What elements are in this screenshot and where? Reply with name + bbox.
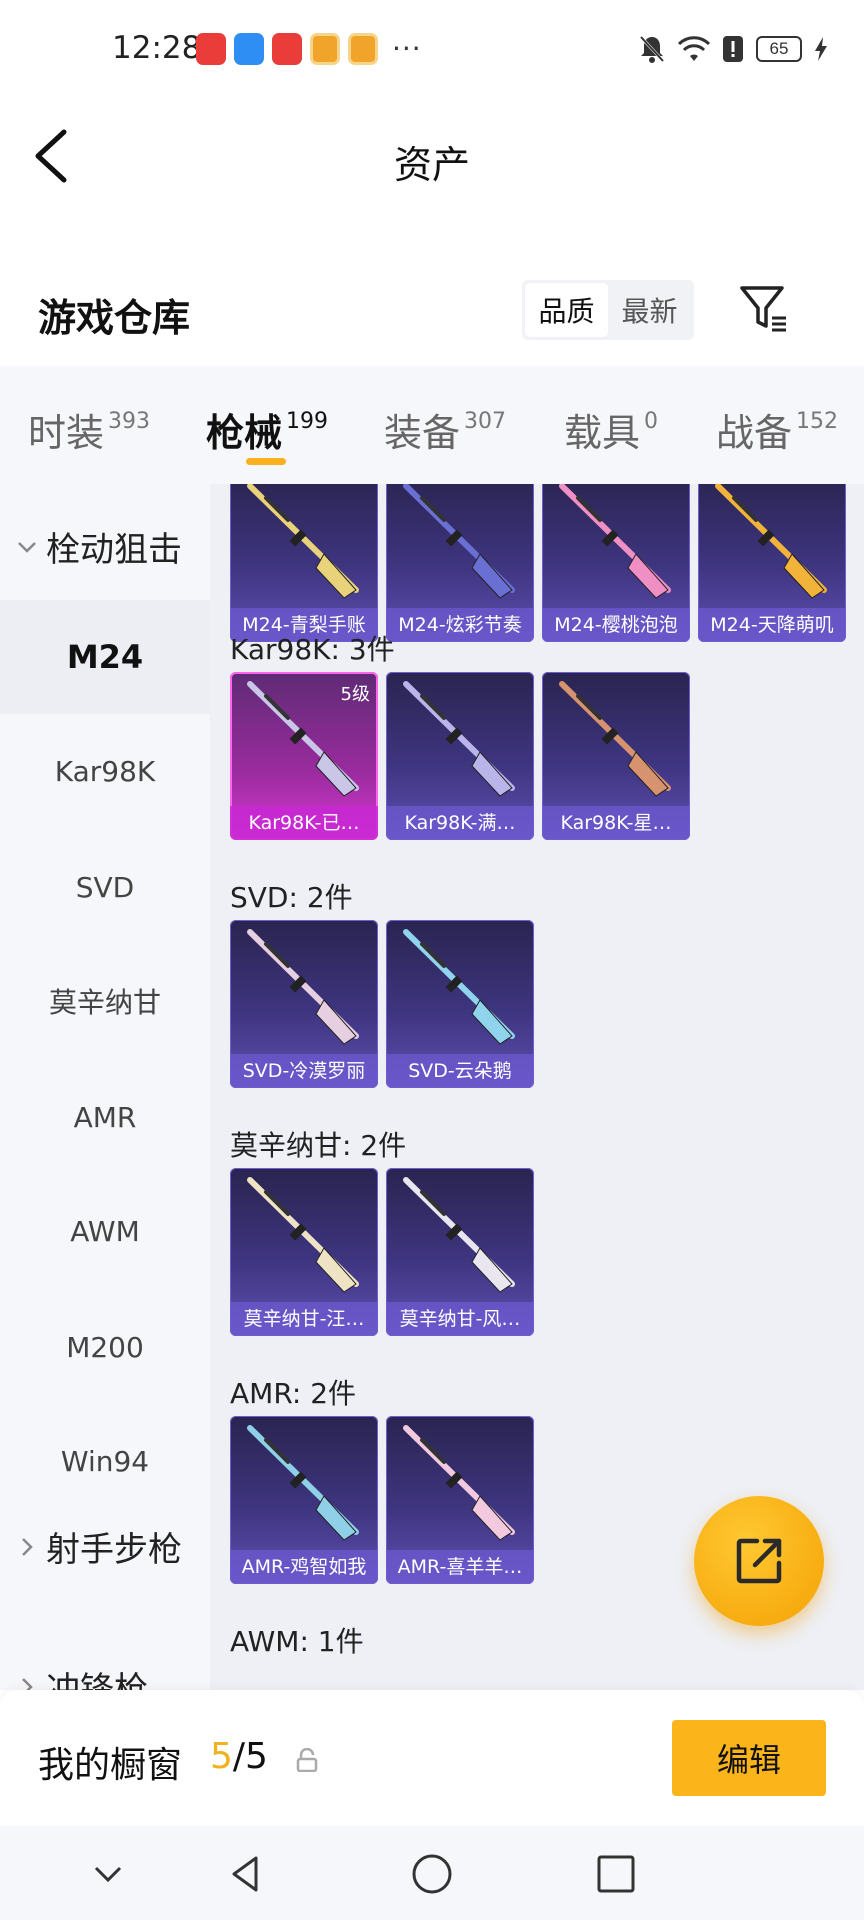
- sidebar-item-awm[interactable]: AWM: [0, 1174, 210, 1288]
- sidebar-item-mosin[interactable]: 莫辛纳甘: [0, 944, 210, 1058]
- status-bar: 12:28 ··· 65: [0, 0, 864, 104]
- filter-icon[interactable]: [738, 282, 790, 334]
- status-time: 12:28: [112, 30, 202, 66]
- huawei-app-icon: [272, 32, 302, 65]
- skin-name: Kar98K-星…: [542, 806, 690, 840]
- app-header: 资产: [0, 104, 864, 204]
- section-title: 游戏仓库: [38, 296, 191, 340]
- chevron-down-icon: [18, 541, 36, 553]
- alert-icon: [723, 36, 743, 62]
- nav-home-icon[interactable]: [410, 1852, 454, 1896]
- sidebar-category-bolt-action[interactable]: 栓动狙击: [16, 522, 182, 571]
- system-icons: 65: [638, 34, 828, 64]
- group-label: AMR: 2件: [230, 1377, 357, 1410]
- sidebar-item-svd[interactable]: SVD: [0, 830, 210, 944]
- skin-card[interactable]: M24-天降萌叽: [698, 484, 846, 642]
- weapon-type-sidebar: 栓动狙击 M24 Kar98K SVD 莫辛纳甘 AMR AWM M200 Wi…: [0, 484, 210, 1710]
- rifle-icon: [403, 1177, 515, 1293]
- sidebar-item-win94[interactable]: Win94: [0, 1404, 210, 1518]
- skin-card[interactable]: SVD-冷漠罗丽: [230, 920, 378, 1088]
- charging-icon: [815, 37, 827, 61]
- skin-name: Kar98K-已…: [230, 806, 378, 840]
- rifle-icon: [247, 1425, 359, 1541]
- skin-card[interactable]: Kar98K-满…: [386, 672, 534, 840]
- sidebar-category-label: 栓动狙击: [46, 530, 182, 570]
- nav-recents-icon[interactable]: [594, 1852, 638, 1896]
- group-label: SVD: 2件: [230, 881, 353, 914]
- skin-name: 莫辛纳甘-风…: [386, 1302, 534, 1336]
- skin-card[interactable]: M24-樱桃泡泡: [542, 484, 690, 642]
- sidebar-item-kar98k[interactable]: Kar98K: [0, 714, 210, 828]
- tab-supplies[interactable]: 战备 152: [716, 402, 838, 457]
- group-label: Kar98K: 3件: [230, 633, 395, 666]
- showcase-count: 5/5: [210, 1736, 268, 1777]
- game-app-icon: [310, 32, 340, 65]
- skin-card[interactable]: SVD-云朵鹅: [386, 920, 534, 1088]
- sidebar-item-m200[interactable]: M200: [0, 1290, 210, 1404]
- tab-equipment[interactable]: 装备 307: [384, 402, 506, 457]
- rifle-icon: [403, 1425, 515, 1541]
- tab-fashion[interactable]: 时装 393: [28, 402, 150, 457]
- skin-card[interactable]: 5级 Kar98K-已…: [230, 672, 378, 840]
- cloud-app-icon: [234, 32, 264, 65]
- category-tabs: 时装 393 枪械 199 装备 307 载具 0 战备 152: [0, 366, 864, 484]
- active-tab-indicator: [246, 458, 286, 465]
- tab-weapons[interactable]: 枪械 199: [206, 402, 328, 457]
- sidebar-category-label: 射手步枪: [46, 1530, 182, 1570]
- battery-icon: 65: [756, 36, 802, 62]
- skin-card[interactable]: AMR-喜羊羊…: [386, 1416, 534, 1584]
- rifle-icon: [403, 484, 515, 599]
- rifle-icon: [715, 484, 827, 599]
- skin-name: M24-天降萌叽: [698, 608, 846, 642]
- notification-icons: ···: [196, 32, 422, 65]
- sidebar-item-amr[interactable]: AMR: [0, 1060, 210, 1174]
- chevron-right-icon: [22, 1537, 33, 1556]
- huawei-app-icon: [196, 32, 226, 65]
- skin-name: SVD-冷漠罗丽: [230, 1054, 378, 1088]
- sort-quality-option[interactable]: 品质: [525, 283, 608, 337]
- level-badge: 5级: [340, 684, 370, 705]
- more-notifications-icon: ···: [392, 32, 422, 65]
- rifle-icon: [247, 1177, 359, 1293]
- rifle-icon: [559, 484, 671, 599]
- share-icon: [736, 1538, 782, 1584]
- skin-card[interactable]: 莫辛纳甘-风…: [386, 1168, 534, 1336]
- skin-name: AMR-喜羊羊…: [386, 1550, 534, 1584]
- nav-back-icon[interactable]: [224, 1852, 268, 1896]
- skin-name: Kar98K-满…: [386, 806, 534, 840]
- sidebar-category-marksman[interactable]: 射手步枪: [16, 1522, 182, 1571]
- sort-toggle: 品质 最新: [522, 280, 694, 340]
- rifle-icon: [247, 484, 359, 599]
- skin-name: AMR-鸡智如我: [230, 1550, 378, 1584]
- skin-card[interactable]: M24-炫彩节奏: [386, 484, 534, 642]
- wifi-icon: [678, 36, 710, 61]
- page-title: 资产: [393, 143, 470, 187]
- sort-newest-option[interactable]: 最新: [608, 283, 691, 337]
- share-button[interactable]: [694, 1496, 824, 1626]
- group-label: AWM: 1件: [230, 1625, 364, 1658]
- rifle-icon: [403, 929, 515, 1045]
- rifle-icon: [559, 681, 671, 797]
- rifle-icon: [247, 929, 359, 1045]
- system-nav-bar: [0, 1826, 864, 1920]
- skin-card[interactable]: M24-青梨手账: [230, 484, 378, 642]
- group-label: 莫辛纳甘: 2件: [230, 1129, 407, 1162]
- skin-name: 莫辛纳甘-汪…: [230, 1302, 378, 1336]
- tab-vehicles[interactable]: 载具 0: [564, 402, 658, 457]
- skin-name: M24-炫彩节奏: [386, 608, 534, 642]
- skin-card[interactable]: AMR-鸡智如我: [230, 1416, 378, 1584]
- skin-card[interactable]: 莫辛纳甘-汪…: [230, 1168, 378, 1336]
- skin-card[interactable]: Kar98K-星…: [542, 672, 690, 840]
- sidebar-item-m24[interactable]: M24: [0, 600, 210, 714]
- showcase-bar: 我的橱窗 5/5 编辑: [0, 1690, 864, 1826]
- skin-name: M24-樱桃泡泡: [542, 608, 690, 642]
- rifle-icon: [403, 681, 515, 797]
- edit-button[interactable]: 编辑: [672, 1720, 826, 1796]
- showcase-label: 我的橱窗: [38, 1745, 183, 1786]
- game-app-icon: [348, 32, 378, 65]
- collapse-chevron-icon[interactable]: [86, 1852, 130, 1896]
- mute-icon: [639, 35, 665, 63]
- lock-icon: [296, 1748, 318, 1772]
- skin-name: SVD-云朵鹅: [386, 1054, 534, 1088]
